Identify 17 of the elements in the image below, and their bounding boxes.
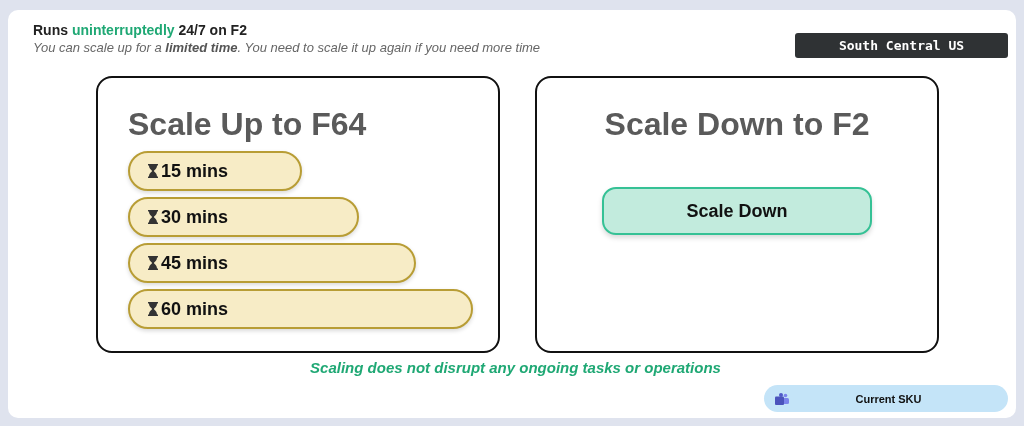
scale-down-title: Scale Down to F2: [604, 106, 870, 143]
current-sku-label: Current SKU: [854, 392, 923, 405]
footer-note: Scaling does not disrupt any ongoing tasks or operations: [309, 359, 722, 376]
header-title: Runs uninterruptedly 24/7 on F2: [33, 22, 248, 38]
duration-button[interactable]: 15 mins: [128, 151, 302, 191]
scale-up-title: Scale Up to F64: [128, 106, 368, 143]
duration-button[interactable]: 45 mins: [128, 243, 416, 283]
hourglass-icon: [148, 302, 158, 316]
region-label: South Central US: [795, 33, 1008, 58]
hourglass-icon: [148, 210, 158, 224]
hourglass-icon: [148, 256, 158, 270]
team-icon: [775, 392, 789, 405]
scale-down-button[interactable]: Scale Down: [602, 187, 872, 235]
duration-button[interactable]: 60 mins: [128, 289, 473, 329]
hourglass-icon: [148, 164, 158, 178]
duration-button[interactable]: 30 mins: [128, 197, 359, 237]
header-subtitle: You can scale up for a limited time. You need to scale it up again if you need more time: [33, 40, 541, 55]
